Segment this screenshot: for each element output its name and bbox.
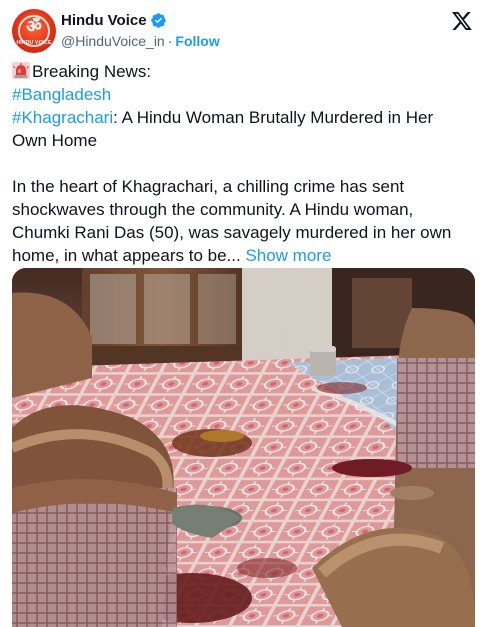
paragraph-line-4: home, in what appears to be... Show more [12, 244, 474, 267]
police-siren-icon [12, 62, 30, 79]
avatar[interactable]: ॐ HINDU VOICE [12, 9, 56, 53]
x-logo-icon[interactable] [450, 10, 474, 32]
headline-text: : A Hindu Woman Brutally Murdered in Her [113, 108, 434, 127]
paragraph-text-4: home, in what appears to be... [12, 246, 241, 265]
om-symbol-icon: ॐ [26, 17, 42, 37]
show-more-link[interactable]: Show more [245, 246, 331, 265]
headline-line-1: #Khagrachari: A Hindu Woman Brutally Mur… [12, 106, 474, 129]
headline-line-2: Own Home [12, 131, 98, 150]
name-row: Hindu Voice [61, 10, 167, 30]
hashtag-khagrachari[interactable]: #Khagrachari [12, 108, 113, 127]
paragraph-line-1: In the heart of Khagrachari, a chilling … [12, 177, 405, 196]
hashtag-line-1: #Bangladesh [12, 83, 474, 106]
avatar-logo-text: HINDU VOICE [16, 40, 52, 46]
breaking-news-text: Breaking News: [32, 62, 152, 81]
follow-button[interactable]: Follow [175, 33, 219, 49]
tweet-text: Breaking News: #Bangladesh #Khagrachari:… [12, 60, 474, 267]
separator: · [167, 33, 173, 49]
paragraph-line-3: Chumki Rani Das (50), was savagely murde… [12, 223, 452, 242]
paragraph-line-2: shockwaves through the community. A Hind… [12, 200, 414, 219]
tweet-photo[interactable] [12, 268, 475, 627]
breaking-news-line: Breaking News: [12, 60, 474, 83]
verified-badge-icon [150, 12, 166, 28]
handle-row: @HinduVoice_in · Follow [61, 32, 220, 50]
tweet-header: ॐ HINDU VOICE Hindu Voice @HinduVoice_in… [12, 8, 474, 56]
crime-scene-photo [12, 268, 475, 627]
display-name[interactable]: Hindu Voice [61, 12, 147, 29]
handle[interactable]: @HinduVoice_in [61, 33, 165, 49]
hashtag-bangladesh[interactable]: #Bangladesh [12, 85, 111, 104]
